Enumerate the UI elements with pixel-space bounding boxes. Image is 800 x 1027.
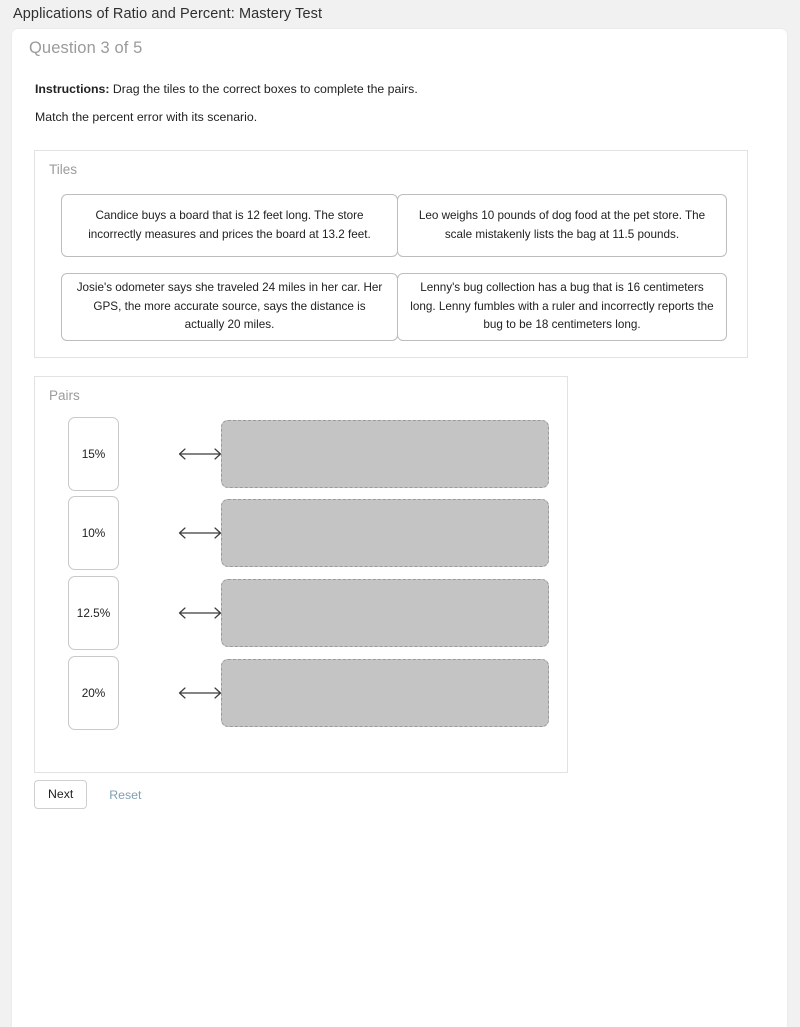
assessment-title: Applications of Ratio and Percent: Maste… [13,6,323,22]
pairs-panel-label: Pairs [49,388,80,403]
tile[interactable]: Candice buys a board that is 12 feet lon… [61,194,398,257]
percent-tile[interactable]: 10% [68,496,119,570]
tile[interactable]: Lenny's bug collection has a bug that is… [397,273,727,341]
drop-zone[interactable] [221,579,549,647]
percent-tile[interactable]: 15% [68,417,119,491]
question-prompt: Match the percent error with its scenari… [35,110,258,124]
pair-row: 15% [35,417,567,491]
percent-tile-label: 10% [81,526,106,540]
next-button[interactable]: Next [34,780,88,809]
tile-text: Josie's odometer says she traveled 24 mi… [76,281,383,332]
action-bar: Next Reset [34,780,141,809]
tile-text: Leo weighs 10 pounds of dog food at the … [418,209,706,241]
tile-text: Lenny's bug collection has a bug that is… [410,281,714,332]
percent-tile[interactable]: 12.5% [68,576,119,650]
tile[interactable]: Josie's odometer says she traveled 24 mi… [61,273,398,341]
pair-row: 10% [35,496,567,570]
drop-zone[interactable] [221,659,549,727]
instructions-label: Instructions: [35,82,110,96]
pair-row: 12.5% [35,576,567,650]
drop-zone[interactable] [221,420,549,488]
question-card: Question 3 of 5 Instructions: Drag the t… [12,29,787,1027]
pairs-panel: Pairs 15% 10% 12.5% 20% [34,376,568,773]
tile[interactable]: Leo weighs 10 pounds of dog food at the … [397,194,727,257]
percent-tile-label: 20% [81,686,106,700]
tiles-panel: Tiles Candice buys a board that is 12 fe… [34,150,748,358]
tile-text: Candice buys a board that is 12 feet lon… [88,209,371,241]
instructions-text: Drag the tiles to the correct boxes to c… [112,82,418,96]
tiles-panel-label: Tiles [49,162,78,177]
percent-tile[interactable]: 20% [68,656,119,730]
question-counter: Question 3 of 5 [29,39,143,57]
percent-tile-label: 12.5% [76,606,111,620]
reset-link[interactable]: Reset [109,788,141,802]
percent-tile-label: 15% [81,447,106,461]
instructions: Instructions: Drag the tiles to the corr… [35,82,418,96]
drop-zone[interactable] [221,499,549,567]
pair-row: 20% [35,656,567,730]
